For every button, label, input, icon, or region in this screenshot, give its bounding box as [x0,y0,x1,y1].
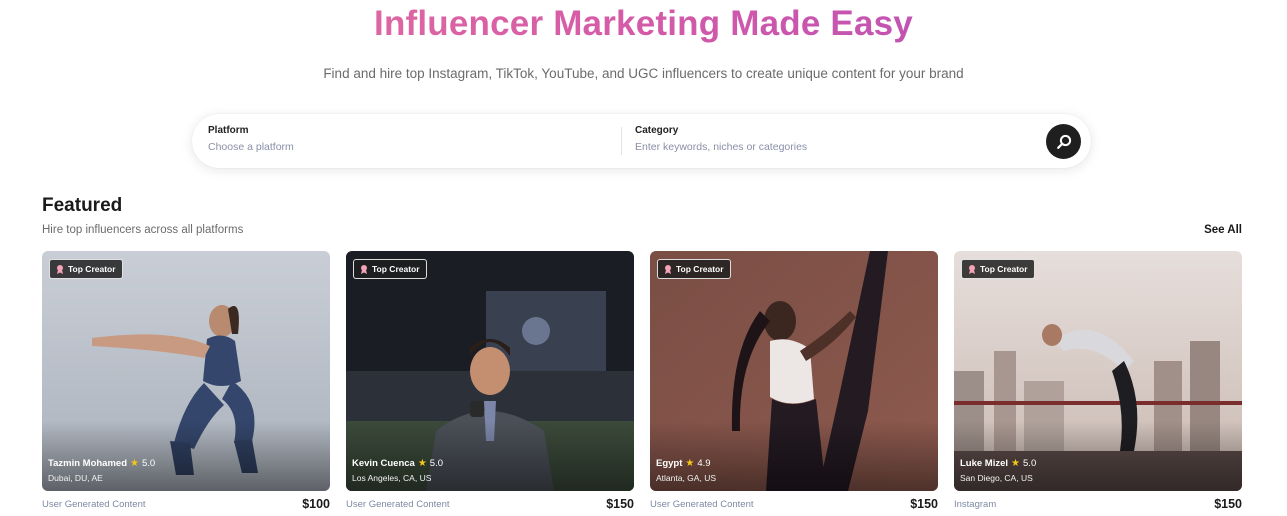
creator-price: $150 [606,497,634,511]
creator-card[interactable]: Top Creator Kevin Cuenca ★ 5.0 Los Angel… [346,251,634,515]
creator-photo[interactable]: Top Creator Egypt ★ 4.9 Atlanta, GA, US [650,251,938,491]
creator-card[interactable]: Top Creator Tazmin Mohamed ★ 5.0 Dubai, … [42,251,330,515]
creator-name: Tazmin Mohamed [48,458,127,469]
platform-label: Platform [208,125,249,136]
creator-category: User Generated Content [650,499,754,510]
featured-title: Featured [42,195,123,216]
badge-label: Top Creator [676,264,724,274]
creator-location: San Diego, CA, US [960,473,1033,483]
category-input[interactable] [635,141,1015,153]
creator-info: Kevin Cuenca ★ 5.0 Los Angeles, CA, US [352,458,443,483]
creator-photo[interactable]: Top Creator Tazmin Mohamed ★ 5.0 Dubai, … [42,251,330,491]
star-icon: ★ [1011,457,1021,469]
search-bar: Platform Category [192,114,1091,168]
creator-price: $150 [1214,497,1242,511]
top-creator-badge: Top Creator [49,259,123,279]
platform-input[interactable] [208,141,588,153]
creator-price: $150 [910,497,938,511]
creator-card[interactable]: Top Creator Egypt ★ 4.9 Atlanta, GA, US … [650,251,938,515]
creator-category: Instagram [954,499,997,510]
creator-category: User Generated Content [42,499,146,510]
top-creator-badge: Top Creator [961,259,1035,279]
creator-card[interactable]: Top Creator Luke Mizel ★ 5.0 San Diego, … [954,251,1242,515]
creator-info: Tazmin Mohamed ★ 5.0 Dubai, DU, AE [48,458,155,483]
featured-subtitle: Hire top influencers across all platform… [42,224,244,236]
top-creator-badge: Top Creator [353,259,427,279]
badge-label: Top Creator [980,264,1028,274]
creator-name: Kevin Cuenca [352,458,415,469]
page-subtitle: Find and hire top Instagram, TikTok, You… [323,66,964,81]
platform-field[interactable]: Platform [208,125,608,153]
creator-location: Dubai, DU, AE [48,473,103,483]
creator-rating: 5.0 [429,458,444,469]
ribbon-icon [57,265,63,274]
category-field[interactable]: Category [635,125,1035,153]
page-title: Influencer Marketing Made Easy [0,4,1287,44]
star-icon: ★ [130,457,139,469]
ribbon-icon [361,265,367,274]
creator-rating: 4.9 [697,458,711,469]
creator-info: Egypt ★ 4.9 Atlanta, GA, US [656,458,716,483]
badge-label: Top Creator [372,264,420,274]
creator-location: Los Angeles, CA, US [352,473,432,483]
creator-photo[interactable]: Top Creator Luke Mizel ★ 5.0 San Diego, … [954,251,1242,491]
category-label: Category [635,125,679,136]
creator-name: Egypt [656,458,683,469]
star-icon: ★ [417,457,427,469]
badge-label: Top Creator [68,264,116,274]
search-icon [1056,134,1071,149]
search-button[interactable] [1046,124,1081,159]
star-icon: ★ [685,457,695,469]
creator-name: Luke Mizel [960,458,1009,469]
creator-rating: 5.0 [141,458,156,469]
ribbon-icon [665,265,671,274]
see-all-link[interactable]: See All [1204,224,1242,236]
ribbon-icon [969,265,975,274]
creator-photo[interactable]: Top Creator Kevin Cuenca ★ 5.0 Los Angel… [346,251,634,491]
creator-category: User Generated Content [346,499,450,510]
creator-location: Atlanta, GA, US [656,473,716,483]
creator-price: $100 [302,497,330,511]
search-divider [621,127,622,155]
creator-info: Luke Mizel ★ 5.0 San Diego, CA, US [960,458,1036,483]
top-creator-badge: Top Creator [657,259,731,279]
creator-rating: 5.0 [1023,458,1037,469]
